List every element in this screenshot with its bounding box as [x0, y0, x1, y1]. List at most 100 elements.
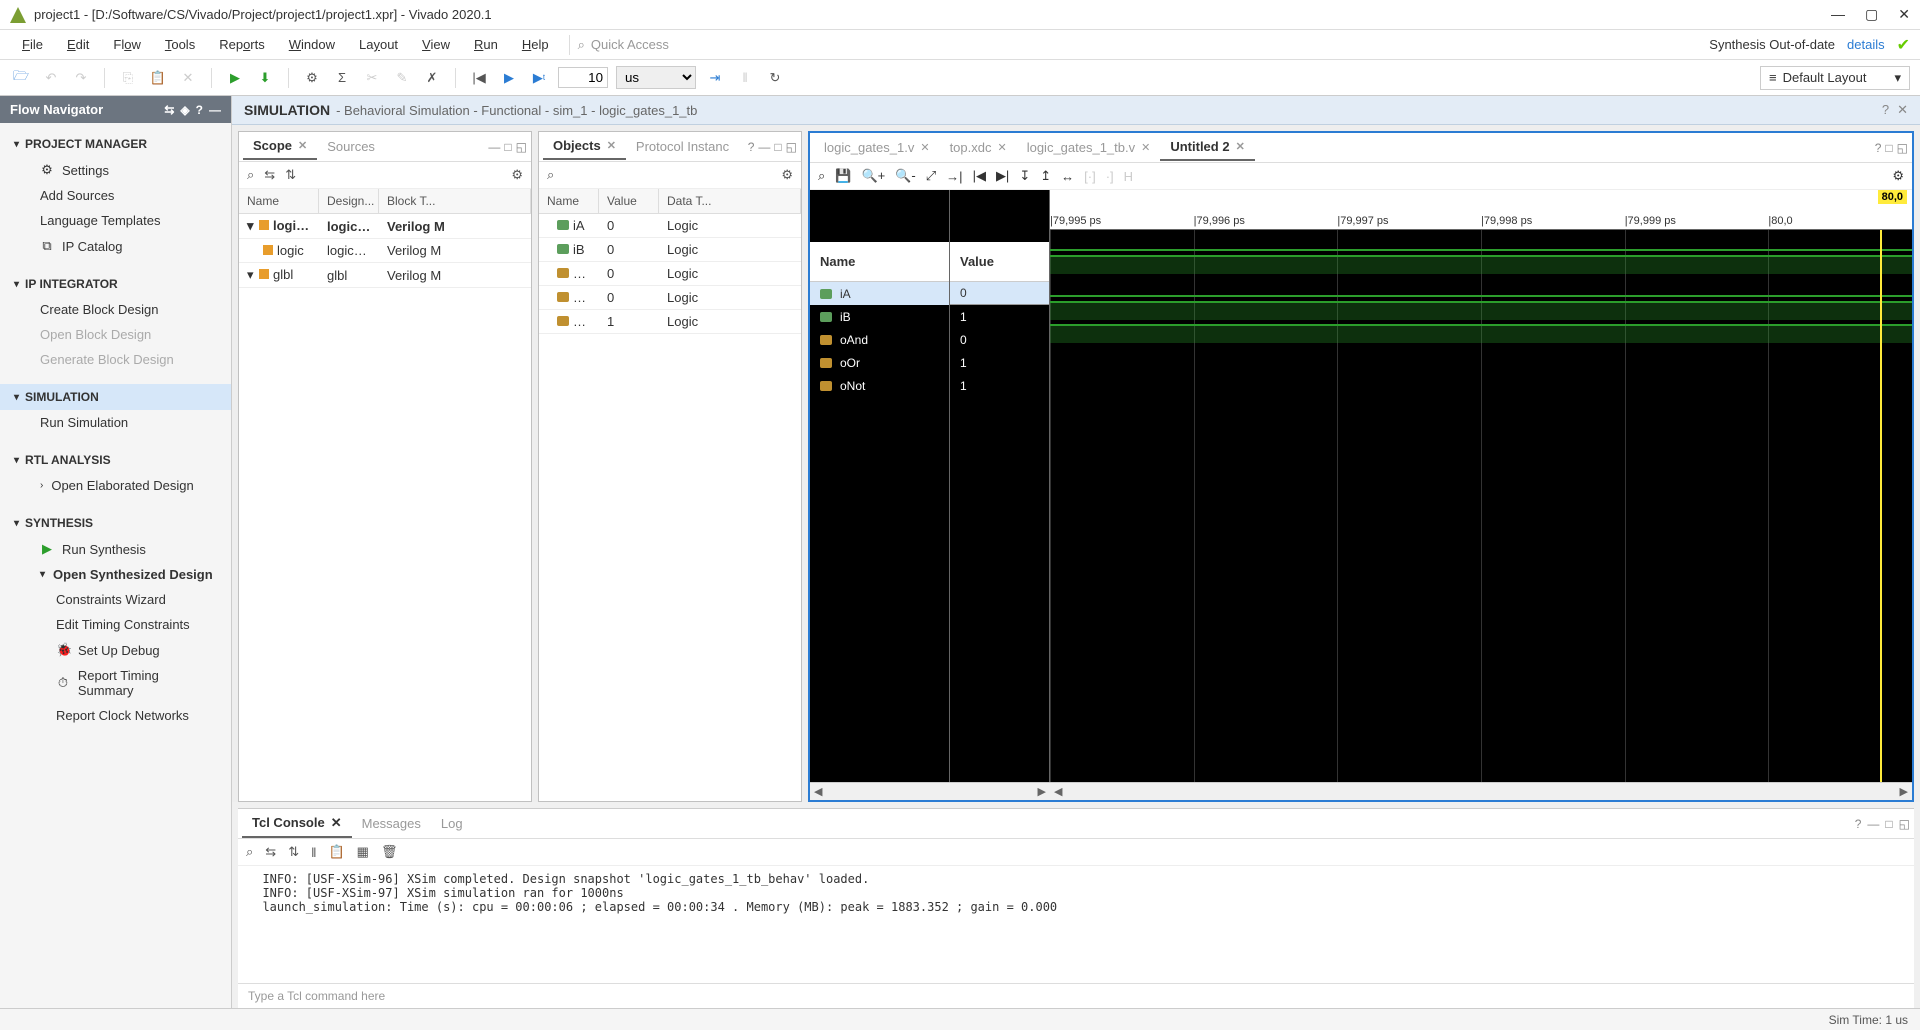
copy-icon[interactable]: ⎘ — [117, 67, 139, 89]
redo-icon[interactable]: ↷ — [70, 67, 92, 89]
pause-icon[interactable]: ‖ — [311, 845, 316, 860]
nav-setup-debug[interactable]: 🐞Set Up Debug — [0, 637, 231, 663]
scope-row[interactable]: logiclogic_gateVerilog M — [239, 239, 531, 263]
nav-language-templates[interactable]: Language Templates — [0, 208, 231, 233]
section-rtl-analysis[interactable]: ▾RTL ANALYSIS — [0, 447, 231, 473]
tab-tcl-console[interactable]: Tcl Console✕ — [242, 810, 352, 838]
restore-icon[interactable]: ◱ — [786, 140, 797, 154]
objects-row[interactable]: iA0Logic — [539, 214, 801, 238]
tcl-command-input[interactable]: Type a Tcl command here — [238, 983, 1914, 1008]
restore-icon[interactable]: ◱ — [1897, 141, 1908, 155]
swap-icon[interactable]: ↔ — [1061, 169, 1074, 184]
close-button[interactable]: ✕ — [1898, 6, 1910, 23]
help-icon[interactable]: ? — [1882, 102, 1889, 118]
remove-marker-icon[interactable]: ↥ — [1040, 168, 1051, 184]
tab-messages[interactable]: Messages — [352, 811, 431, 836]
collapse-icon[interactable]: ⇆ — [264, 167, 275, 183]
wave-signal-name[interactable]: oNot — [810, 374, 949, 397]
wave-signal-name[interactable]: oOr — [810, 351, 949, 374]
clipboard-icon[interactable]: 📋 — [328, 844, 344, 860]
col-block[interactable]: Block T... — [379, 189, 531, 213]
gear-icon[interactable]: ⚙ — [301, 67, 323, 89]
close-icon[interactable]: ✕ — [920, 141, 929, 154]
maximize-button[interactable]: ▢ — [1865, 6, 1878, 23]
menu-edit[interactable]: Edit — [55, 32, 101, 57]
restore-icon[interactable]: ◱ — [516, 140, 527, 154]
group-icon[interactable]: [·] — [1084, 169, 1096, 184]
run-icon[interactable]: ▶ — [224, 67, 246, 89]
menu-layout[interactable]: Layout — [347, 32, 410, 57]
restore-icon[interactable]: ◱ — [1899, 817, 1910, 831]
next-edge-icon[interactable]: ▶| — [996, 168, 1009, 184]
search-icon[interactable]: ⌕ — [246, 844, 253, 860]
menu-view[interactable]: View — [410, 32, 462, 57]
section-synthesis[interactable]: ▾SYNTHESIS — [0, 510, 231, 536]
menu-tools[interactable]: Tools — [153, 32, 207, 57]
close-icon[interactable]: ✕ — [997, 141, 1006, 154]
menu-reports[interactable]: Reports — [207, 32, 277, 57]
prev-edge-icon[interactable]: |◀ — [973, 168, 986, 184]
section-ip-integrator[interactable]: ▾IP INTEGRATOR — [0, 271, 231, 297]
cursor-icon[interactable]: →| — [946, 169, 962, 184]
menu-run[interactable]: Run — [462, 32, 510, 57]
section-simulation[interactable]: ▾SIMULATION — [0, 384, 231, 410]
wave-tab[interactable]: Untitled 2✕ — [1160, 134, 1254, 161]
close-icon[interactable]: ✕ — [607, 139, 616, 152]
gear-icon[interactable]: ⚙ — [781, 167, 793, 183]
sigma-icon[interactable]: Σ — [331, 67, 353, 89]
wave-chart[interactable]: 80,0 |79,995 ps|79,996 ps|79,997 ps|79,9… — [1050, 190, 1912, 782]
tab-objects[interactable]: Objects✕ — [543, 133, 626, 160]
zoom-fit-icon[interactable]: ⤢ — [926, 168, 936, 184]
expand-icon[interactable]: ⇅ — [288, 844, 299, 860]
minimize-nav-icon[interactable]: — — [209, 103, 221, 117]
search-icon[interactable]: ⌕ — [818, 168, 825, 184]
sim-time-input[interactable] — [558, 67, 608, 88]
play-step-icon[interactable]: ▶t — [528, 67, 550, 89]
nav-run-simulation[interactable]: Run Simulation — [0, 410, 231, 435]
tab-log[interactable]: Log — [431, 811, 473, 836]
undo-icon[interactable]: ↶ — [40, 67, 62, 89]
wave-signal-name[interactable]: iA — [810, 282, 949, 305]
save-icon[interactable]: 💾 — [835, 168, 851, 184]
open-folder-icon[interactable]: 🗁 — [10, 67, 32, 89]
minimize-icon[interactable]: — — [1867, 817, 1879, 831]
section-project-manager[interactable]: ▾PROJECT MANAGER — [0, 131, 231, 157]
nav-add-sources[interactable]: Add Sources — [0, 183, 231, 208]
play2-icon[interactable]: ▶ — [498, 67, 520, 89]
details-link[interactable]: details — [1847, 37, 1885, 52]
col-design[interactable]: Design... — [319, 189, 379, 213]
nav-settings[interactable]: ⚙Settings — [0, 157, 231, 183]
zoom-in-icon[interactable]: 🔍+ — [861, 168, 885, 184]
paste-icon[interactable]: 📋 — [147, 67, 169, 89]
marker-h-icon[interactable]: H — [1124, 169, 1133, 184]
help-icon[interactable]: ? — [748, 140, 755, 154]
maximize-icon[interactable]: □ — [774, 140, 781, 154]
minimize-icon[interactable]: — — [488, 140, 500, 154]
expand-icon[interactable]: ◈ — [180, 103, 189, 117]
cancel-icon[interactable]: ✕ — [177, 67, 199, 89]
nav-constraints-wizard[interactable]: Constraints Wizard — [0, 587, 231, 612]
wave-tab[interactable]: logic_gates_1_tb.v✕ — [1017, 135, 1161, 160]
wave-tab[interactable]: logic_gates_1.v✕ — [814, 135, 940, 160]
nav-run-synthesis[interactable]: ▶Run Synthesis — [0, 536, 231, 562]
col-name[interactable]: Name — [539, 189, 599, 213]
strike-icon[interactable]: ✗ — [421, 67, 443, 89]
trash-icon[interactable]: 🗑 — [381, 844, 398, 860]
ungroup-icon[interactable]: ·] — [1106, 169, 1114, 184]
tab-sources[interactable]: Sources — [317, 134, 385, 159]
objects-row[interactable]: oNc1Logic — [539, 310, 801, 334]
wave-signal-name[interactable]: iB — [810, 305, 949, 328]
collapse-all-icon[interactable]: ⇆ — [164, 103, 174, 117]
col-datatype[interactable]: Data T... — [659, 189, 801, 213]
expand-icon[interactable]: ⇅ — [285, 167, 296, 183]
objects-row[interactable]: iB0Logic — [539, 238, 801, 262]
help-icon[interactable]: ? — [1855, 817, 1862, 831]
gear-icon[interactable]: ⚙ — [511, 167, 523, 183]
nav-report-timing[interactable]: ⏱Report Timing Summary — [0, 663, 231, 703]
cut-icon[interactable]: ✂ — [361, 67, 383, 89]
maximize-icon[interactable]: □ — [1885, 817, 1892, 831]
reload-icon[interactable]: ↻ — [764, 67, 786, 89]
zoom-out-icon[interactable]: 🔍- — [895, 168, 916, 184]
menu-help[interactable]: Help — [510, 32, 561, 57]
wave-tab[interactable]: top.xdc✕ — [940, 135, 1017, 160]
